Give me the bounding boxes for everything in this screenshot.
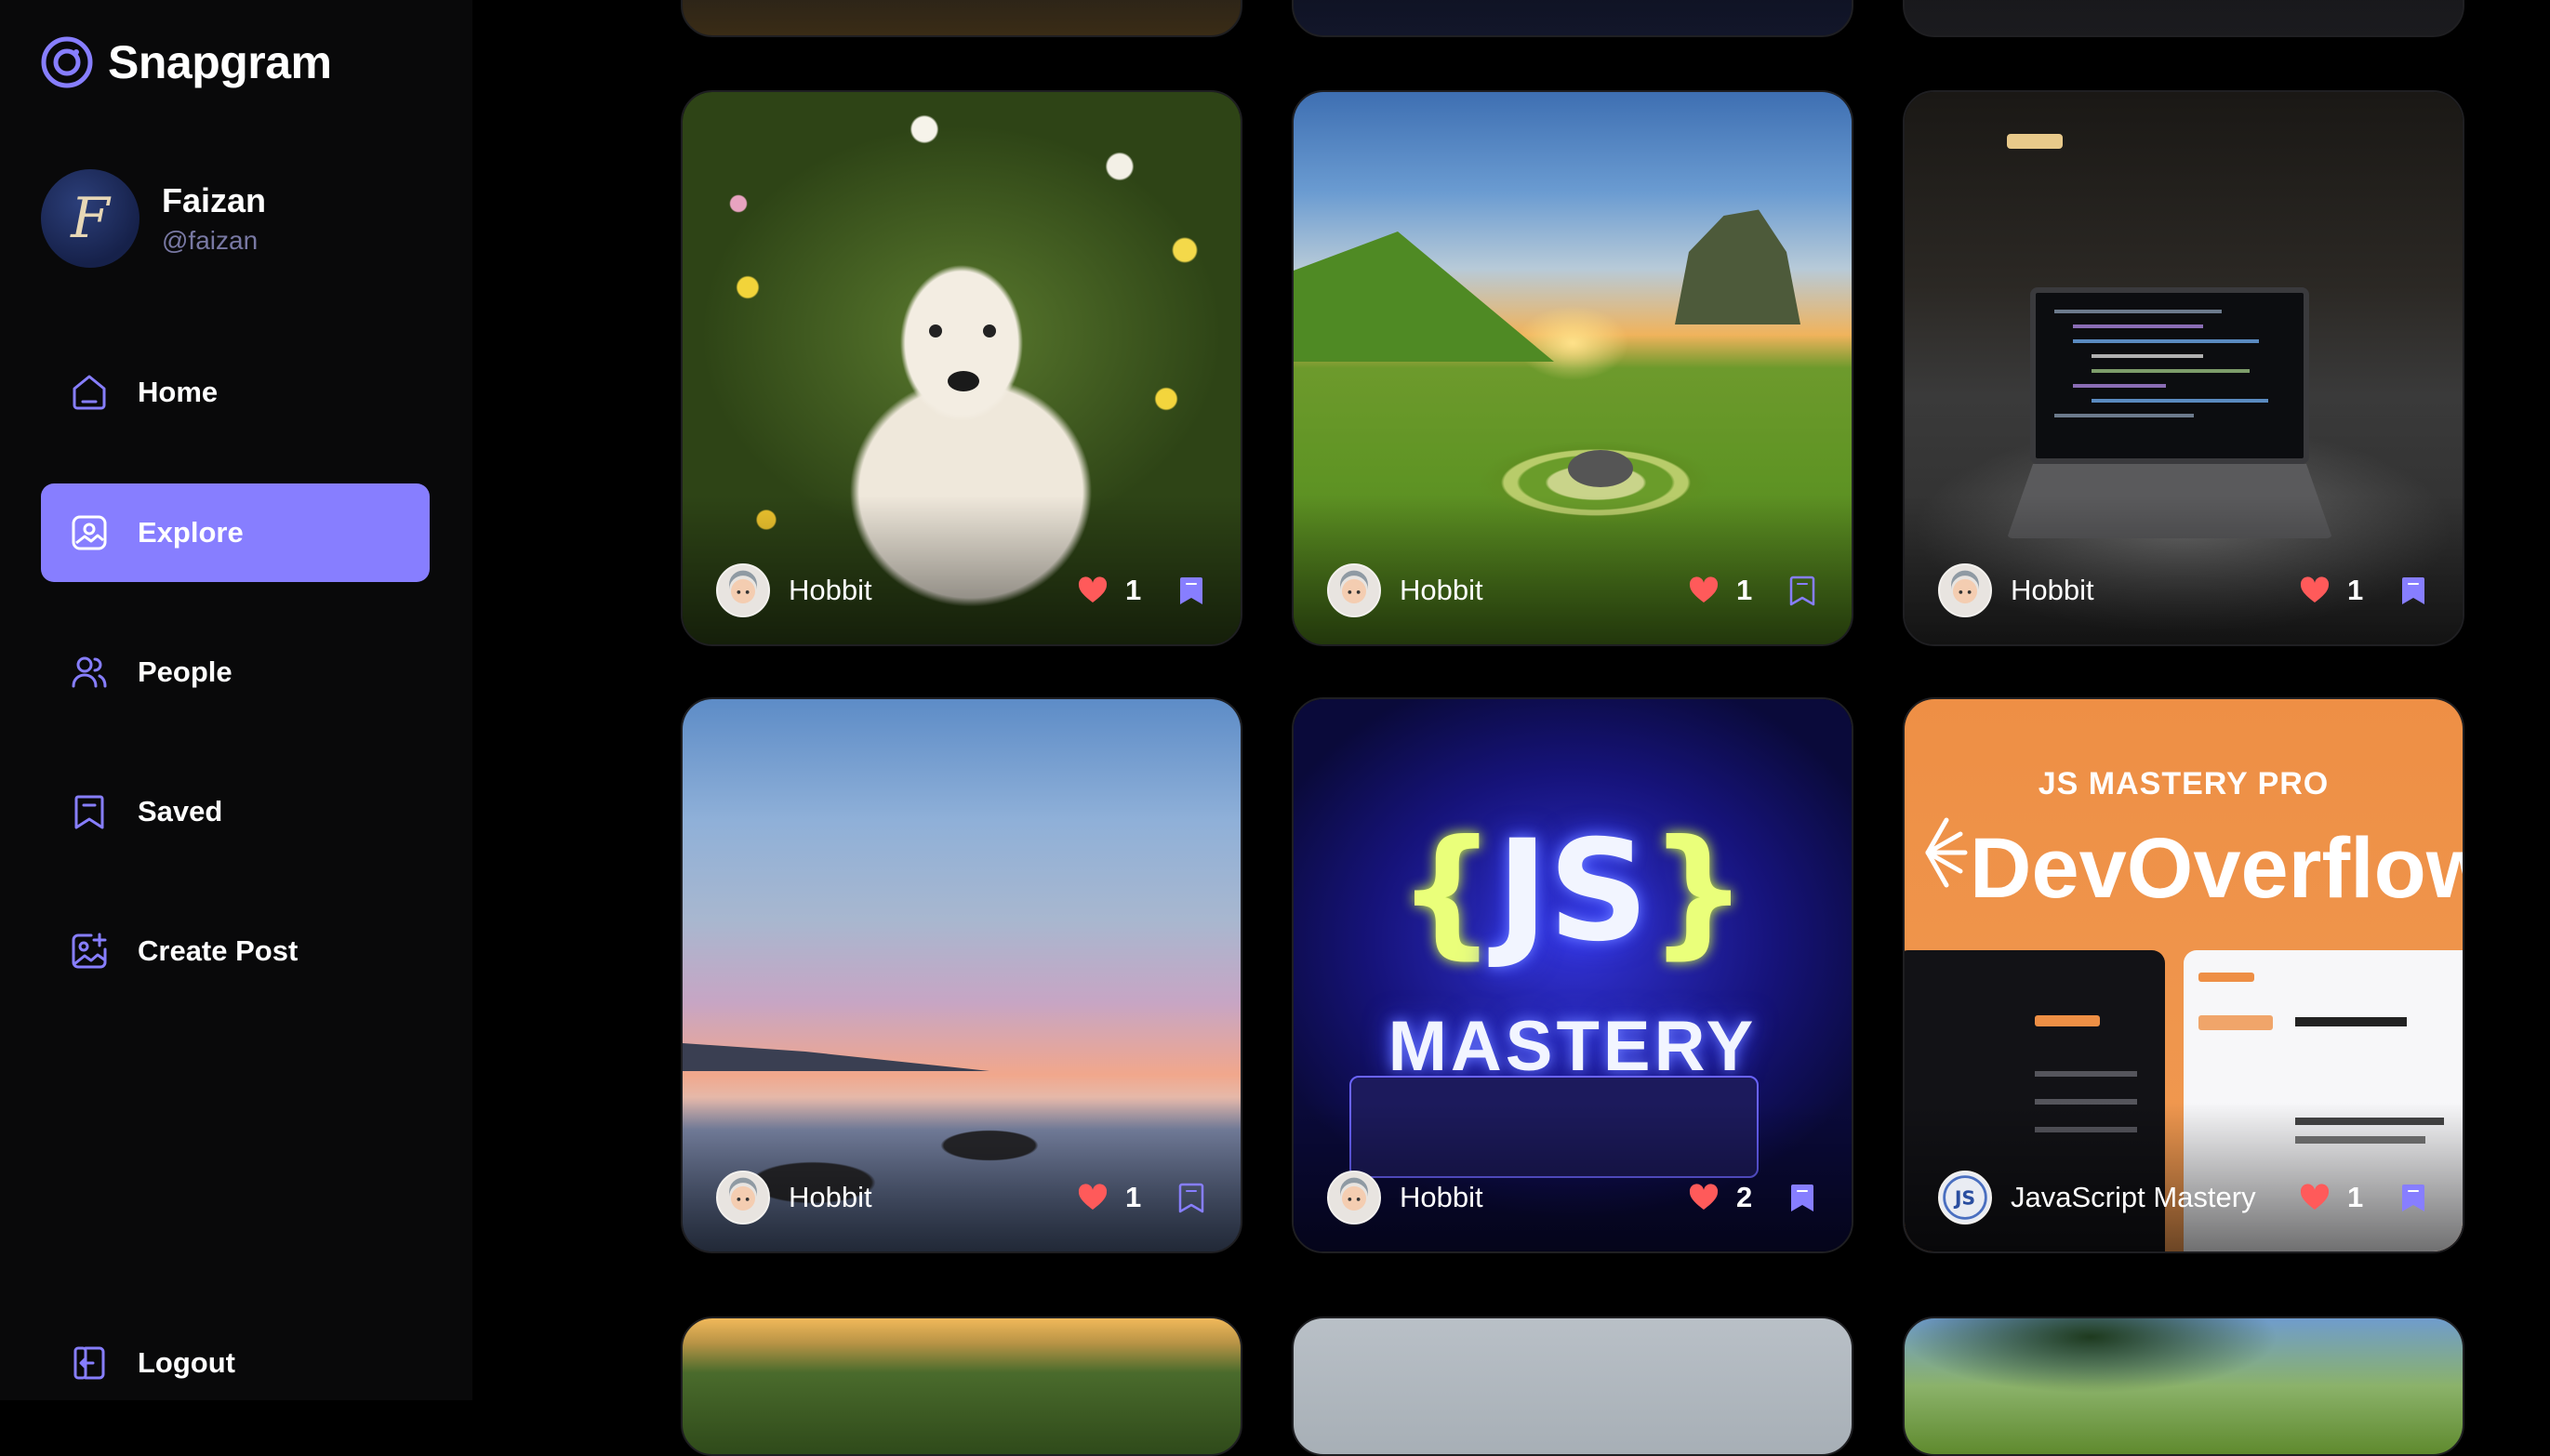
nav-label-people: People: [138, 655, 232, 688]
user-profile[interactable]: F Faizan @faizan: [41, 169, 266, 268]
avatar-icon: [729, 570, 757, 603]
creator-avatar[interactable]: [1327, 563, 1381, 617]
creator-name[interactable]: Hobbit: [2011, 574, 2299, 607]
like-count: 1: [1125, 574, 1142, 606]
creator-name[interactable]: Hobbit: [1400, 574, 1688, 607]
heart-icon: [1078, 1184, 1108, 1210]
heart-icon: [1689, 1184, 1719, 1210]
sunburst-icon: [1925, 817, 1968, 888]
heart-icon: [1689, 576, 1719, 602]
like-count: 2: [1736, 1181, 1753, 1213]
sidebar: Snapgram F Faizan @faizan Home Explore P…: [0, 0, 472, 1400]
nav-item-home[interactable]: Home: [41, 343, 430, 442]
neon-brand: JS: [1496, 811, 1649, 973]
like-count: 1: [1736, 574, 1753, 606]
creator-avatar[interactable]: [716, 1171, 770, 1224]
js-mastery-logo-icon: JS: [1943, 1175, 1987, 1220]
like-count: 1: [2347, 1181, 2364, 1213]
nav-item-explore[interactable]: Explore: [41, 483, 430, 582]
bookmark-icon: [74, 795, 104, 829]
nav-label-home: Home: [138, 376, 219, 408]
post-card-partial[interactable]: [681, 1317, 1242, 1456]
bookmark-outline-icon[interactable]: [1175, 1182, 1207, 1213]
bookmark-filled-icon[interactable]: [2397, 575, 2429, 606]
avatar-icon: [729, 1177, 757, 1211]
explore-icon: [72, 515, 107, 550]
bookmark-filled-icon[interactable]: [1786, 1182, 1818, 1213]
like-count: 1: [2347, 574, 2364, 606]
avatar-icon: [1340, 1177, 1368, 1211]
bookmark-filled-icon[interactable]: [2397, 1182, 2429, 1213]
post-card[interactable]: {JS} MASTERY Hobbit 2: [1292, 697, 1853, 1253]
promo-title: DevOverflow: [1970, 821, 2464, 916]
creator-name[interactable]: Hobbit: [789, 574, 1077, 607]
neon-word: MASTERY: [1388, 1007, 1758, 1086]
svg-text:JS: JS: [1953, 1186, 1975, 1209]
avatar: F: [41, 169, 139, 268]
bookmark-filled-icon[interactable]: [1175, 575, 1207, 606]
like-button[interactable]: 1: [2299, 574, 2370, 607]
logout-icon: [73, 1346, 105, 1380]
post-card-partial[interactable]: [681, 0, 1242, 37]
like-button[interactable]: 1: [1077, 1181, 1148, 1214]
heart-icon: [2300, 1184, 2330, 1210]
create-post-icon: [72, 933, 107, 969]
avatar-icon: [1951, 570, 1979, 603]
nav-item-saved[interactable]: Saved: [41, 762, 430, 861]
home-icon: [73, 375, 106, 410]
user-name: Faizan: [162, 181, 267, 219]
post-card[interactable]: Hobbit 1: [1903, 90, 2464, 646]
creator-name[interactable]: JavaScript Mastery: [2011, 1181, 2299, 1214]
post-card[interactable]: Hobbit 1: [681, 90, 1242, 646]
creator-avatar[interactable]: JS: [1938, 1171, 1992, 1224]
post-card-partial[interactable]: [1903, 1317, 2464, 1456]
creator-name[interactable]: Hobbit: [1400, 1181, 1688, 1214]
like-button[interactable]: 1: [2299, 1181, 2370, 1214]
logout-label: Logout: [138, 1346, 236, 1379]
nav-label-explore: Explore: [138, 516, 244, 549]
logo-icon: [41, 36, 93, 88]
like-count: 1: [1125, 1181, 1142, 1213]
nav-label-create-post: Create Post: [138, 934, 299, 967]
post-card-partial[interactable]: [1292, 1317, 1853, 1456]
nav-label-saved: Saved: [138, 795, 223, 827]
creator-avatar[interactable]: [1327, 1171, 1381, 1224]
post-card[interactable]: Hobbit 1: [1292, 90, 1853, 646]
like-button[interactable]: 1: [1688, 574, 1759, 607]
promo-subtitle: JS MASTERY PRO: [2038, 766, 2330, 801]
avatar-icon: [1340, 570, 1368, 603]
like-button[interactable]: 1: [1077, 574, 1148, 607]
creator-avatar[interactable]: [1938, 563, 1992, 617]
logout-button[interactable]: Logout: [41, 1314, 430, 1412]
nav-item-create-post[interactable]: Create Post: [41, 902, 430, 1000]
heart-icon: [2300, 576, 2330, 602]
post-card[interactable]: JS MASTERY PRO DevOverflow JS JavaScript…: [1903, 697, 2464, 1253]
like-button[interactable]: 2: [1688, 1181, 1759, 1214]
nav-item-people[interactable]: People: [41, 623, 430, 721]
post-card-partial[interactable]: [1903, 0, 2464, 37]
heart-icon: [1078, 576, 1108, 602]
post-card-partial[interactable]: [1292, 0, 1853, 37]
creator-avatar[interactable]: [716, 563, 770, 617]
people-icon: [72, 656, 107, 688]
bookmark-outline-icon[interactable]: [1786, 575, 1818, 606]
post-card[interactable]: Hobbit 1: [681, 697, 1242, 1253]
app-name: Snapgram: [108, 36, 332, 88]
creator-name[interactable]: Hobbit: [789, 1181, 1077, 1214]
user-handle: @faizan: [162, 226, 259, 255]
app-logo[interactable]: Snapgram: [41, 35, 332, 89]
